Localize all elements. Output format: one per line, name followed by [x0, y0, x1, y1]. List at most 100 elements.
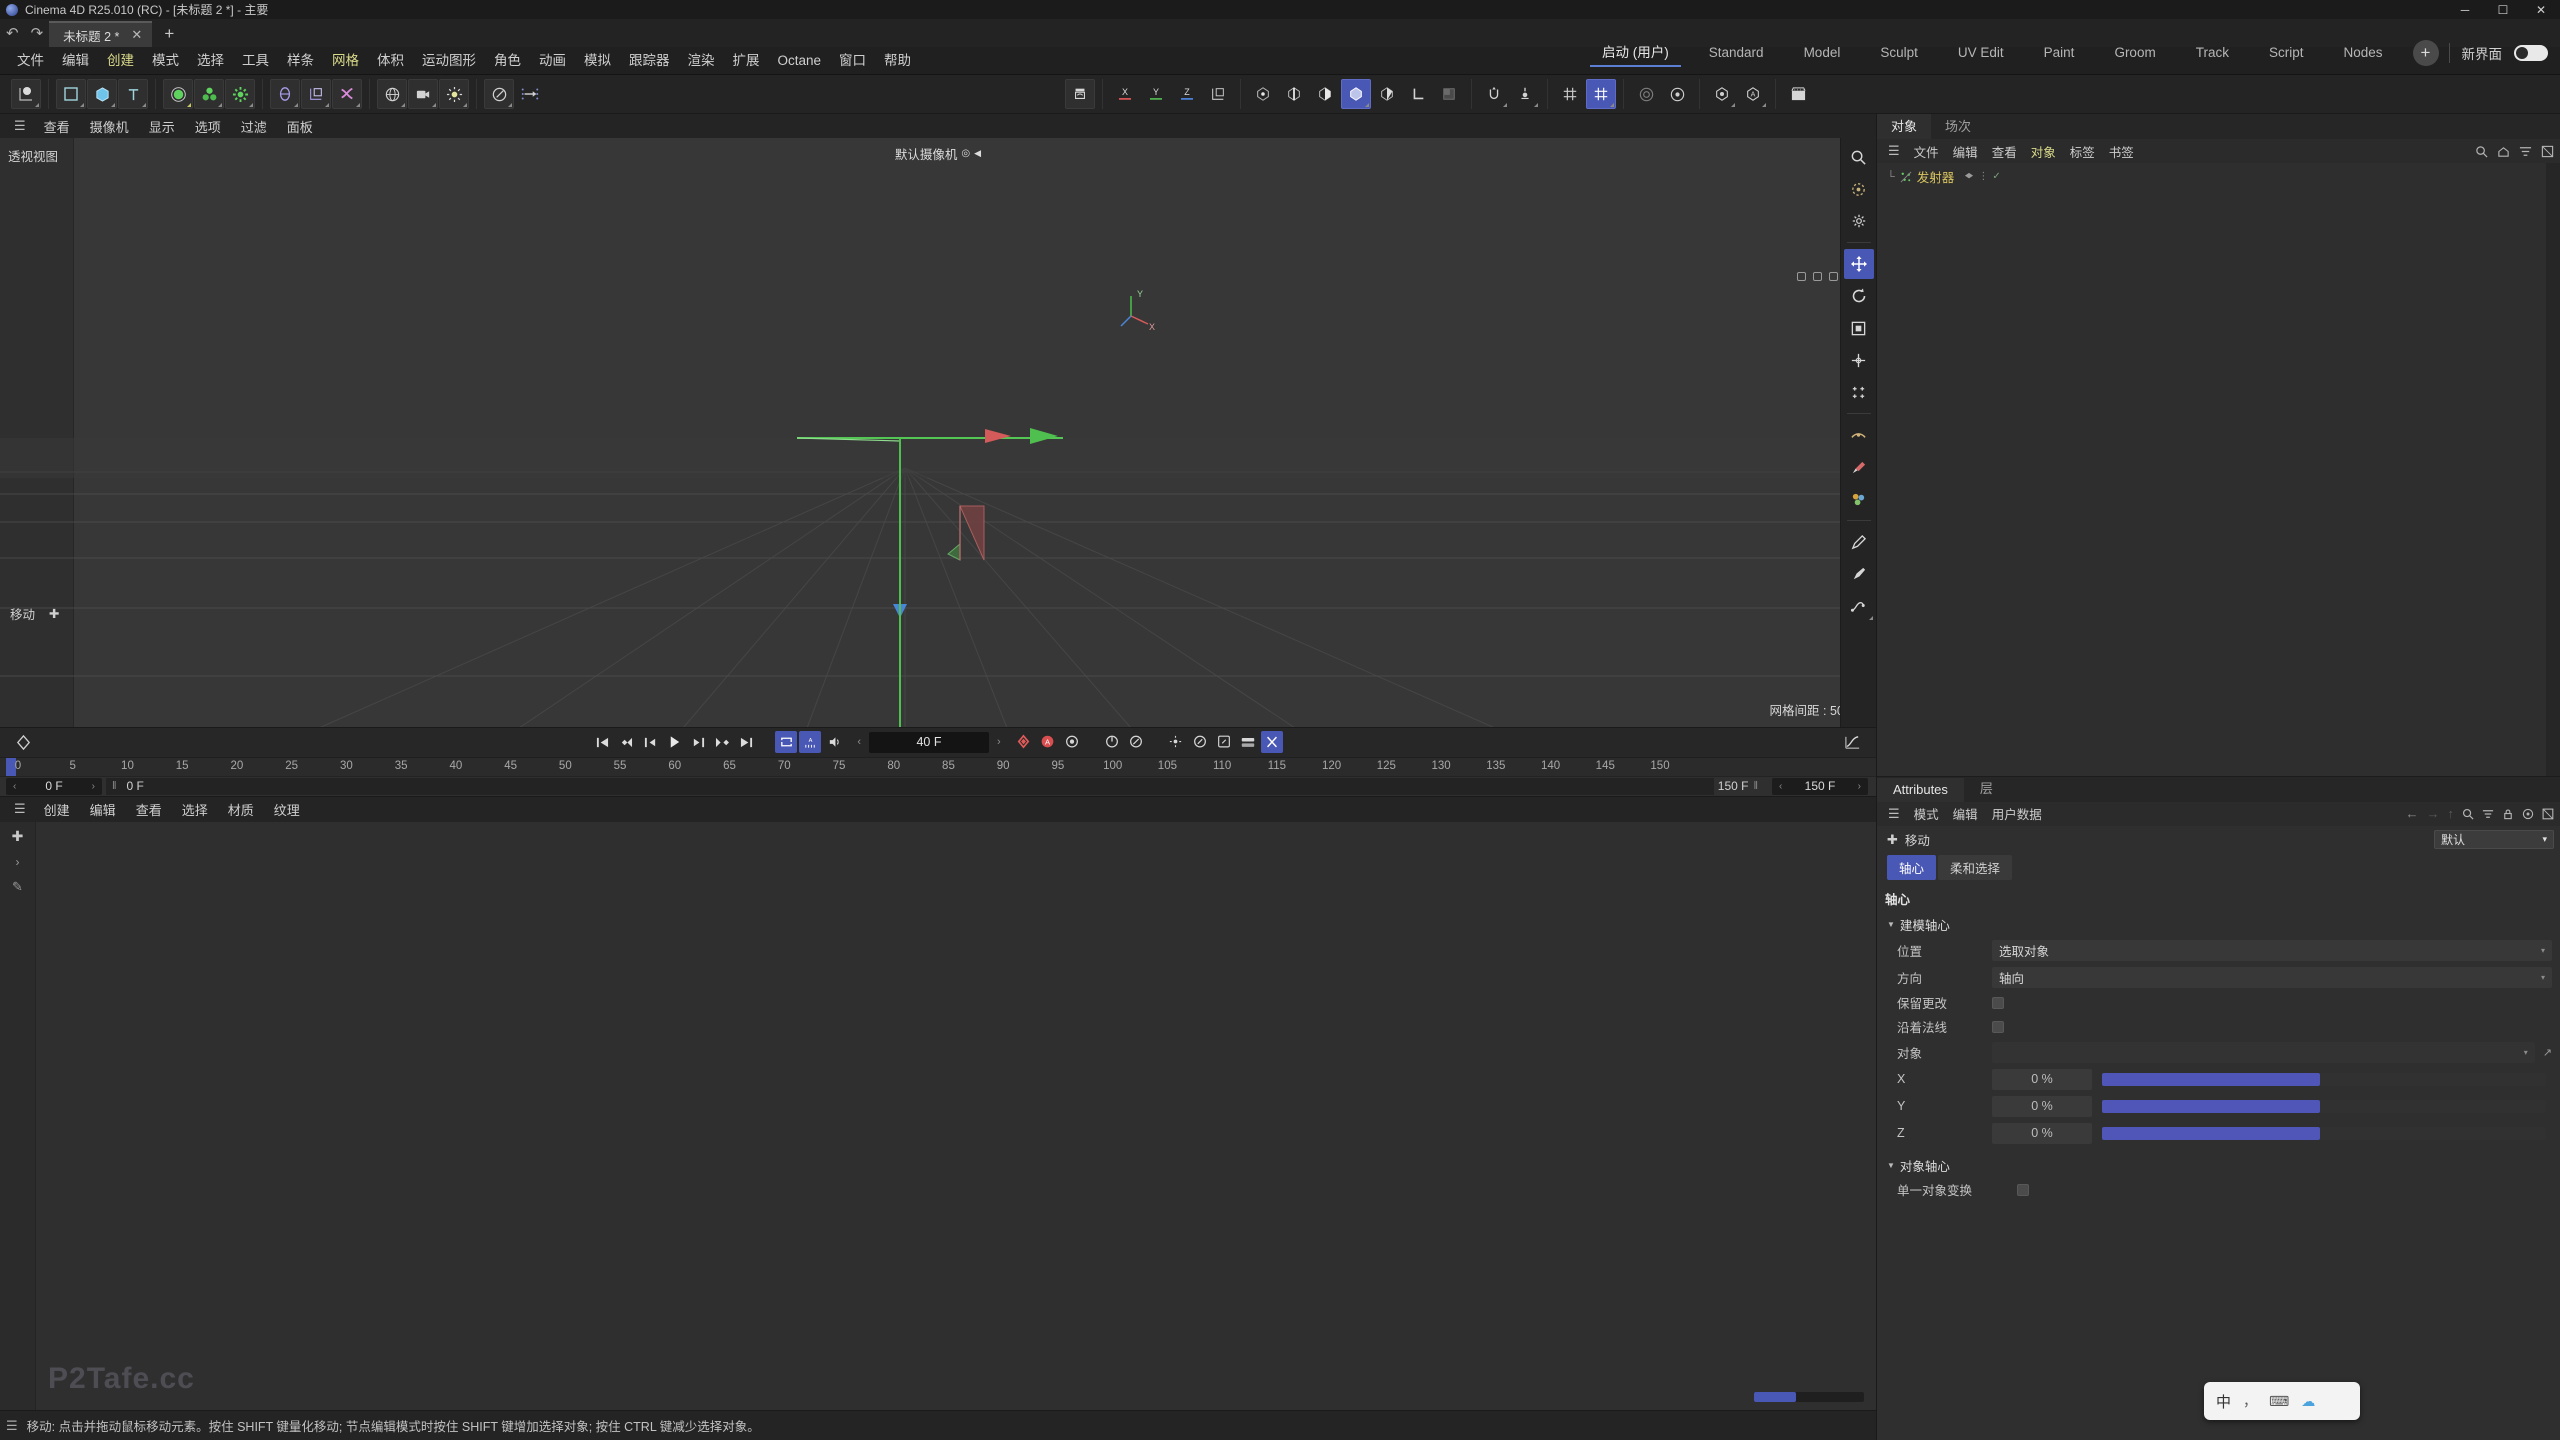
- range-grip-right-icon[interactable]: ‖: [1753, 780, 1758, 792]
- play-button[interactable]: [663, 731, 685, 753]
- quantize-icon[interactable]: [1631, 79, 1661, 109]
- menu-item-edit[interactable]: 编辑: [53, 47, 98, 75]
- layout-tab-groom[interactable]: Groom: [2094, 33, 2175, 73]
- layout-tab-paint[interactable]: Paint: [2024, 33, 2095, 73]
- ime-lang-label[interactable]: 中: [2216, 1391, 2231, 1412]
- timeline-key-mode-button[interactable]: [0, 734, 46, 751]
- undo-history-icon[interactable]: [1844, 174, 1874, 204]
- object-link-field[interactable]: ▾: [1992, 1041, 2535, 1063]
- camera-icon[interactable]: [408, 79, 438, 109]
- om-menu-edit[interactable]: 编辑: [1946, 142, 1985, 161]
- expand-panel-icon[interactable]: [2542, 808, 2554, 820]
- range-grip-icon[interactable]: ‖: [106, 780, 117, 792]
- environment-icon[interactable]: [377, 79, 407, 109]
- annotation-icon[interactable]: A: [1738, 79, 1768, 109]
- record-rotation-button[interactable]: [1125, 731, 1147, 753]
- menu-item-spline[interactable]: 样条: [278, 47, 323, 75]
- edge-mode-icon[interactable]: [1279, 79, 1309, 109]
- search-icon[interactable]: [2462, 808, 2474, 820]
- search-icon[interactable]: [2475, 145, 2488, 158]
- at-menu-mode[interactable]: 模式: [1907, 804, 1946, 823]
- subtab-axis[interactable]: 轴心: [1887, 854, 1937, 880]
- layout-tab-model[interactable]: Model: [1784, 33, 1861, 73]
- expand-icon[interactable]: ›: [16, 855, 20, 869]
- material-menu-texture[interactable]: 纹理: [264, 800, 310, 819]
- position-dropdown[interactable]: 选取对象 ▾: [1992, 939, 2552, 961]
- object-manager-scrollbar[interactable]: [2546, 163, 2560, 776]
- menu-item-mograph[interactable]: 运动图形: [413, 47, 485, 75]
- ime-language-bar[interactable]: 中 ， ⌨ ☁: [2204, 1382, 2360, 1420]
- cube-primitive-icon[interactable]: [87, 79, 117, 109]
- pen-tool-icon[interactable]: [1844, 527, 1874, 557]
- viewport-menu-display[interactable]: 显示: [139, 117, 185, 136]
- target-icon[interactable]: [2522, 808, 2534, 820]
- y-slider[interactable]: [2102, 1099, 2546, 1113]
- tab-objects[interactable]: 对象: [1877, 113, 1932, 139]
- om-menu-file[interactable]: 文件: [1907, 142, 1946, 161]
- eyedropper-icon[interactable]: ✎: [12, 879, 23, 895]
- deformer-icon[interactable]: [225, 79, 255, 109]
- range-end-prev-icon[interactable]: ‹: [1776, 781, 1785, 792]
- lock-y-axis-icon[interactable]: Y: [1141, 79, 1171, 109]
- magnet-tool-icon[interactable]: [1844, 377, 1874, 407]
- go-to-start-button[interactable]: [591, 731, 613, 753]
- record-pla-button[interactable]: [1165, 731, 1187, 753]
- layout-tab-uvedit[interactable]: UV Edit: [1938, 33, 2024, 73]
- autokey-button[interactable]: A: [1037, 731, 1059, 753]
- sound-toggle-button[interactable]: [823, 731, 845, 753]
- window-controls[interactable]: ─ ☐ ✕: [2446, 0, 2560, 19]
- document-tab[interactable]: 未标题 2 * ✕: [49, 21, 153, 47]
- sculpt-tool-icon[interactable]: [1844, 559, 1874, 589]
- keyframe-mode-button[interactable]: [1213, 731, 1235, 753]
- transform-tool-icon[interactable]: [1844, 345, 1874, 375]
- next-key-button[interactable]: [711, 731, 733, 753]
- om-menu-bookmarks[interactable]: 书签: [2102, 142, 2141, 161]
- viewport-menu-panel[interactable]: 面板: [277, 117, 323, 136]
- material-menu-select[interactable]: 选择: [172, 800, 218, 819]
- layout-tab-standard[interactable]: Standard: [1689, 33, 1784, 73]
- forward-arrow-icon[interactable]: →: [2427, 806, 2440, 821]
- menu-item-tracker[interactable]: 跟踪器: [620, 47, 679, 75]
- om-menu-object[interactable]: 对象: [2024, 142, 2063, 161]
- frame-prev-arrow[interactable]: ‹: [854, 736, 864, 748]
- hamburger-icon[interactable]: ☰: [1881, 806, 1907, 822]
- hamburger-icon[interactable]: ☰: [6, 118, 34, 134]
- range-start-field[interactable]: ‹ 0 F ›: [6, 777, 102, 795]
- tab-takes[interactable]: 场次: [1931, 113, 1985, 139]
- menu-item-select[interactable]: 选择: [188, 47, 233, 75]
- tab-attributes[interactable]: Attributes: [1877, 777, 1964, 802]
- spline-pen-icon[interactable]: [56, 79, 86, 109]
- at-menu-userdata[interactable]: 用户数据: [1985, 804, 2049, 823]
- next-frame-button[interactable]: [687, 731, 709, 753]
- layout-tab-sculpt[interactable]: Sculpt: [1860, 33, 1938, 73]
- filter-icon[interactable]: [2482, 808, 2494, 820]
- grid-snap-icon[interactable]: [1555, 79, 1585, 109]
- render-settings-icon[interactable]: [515, 79, 545, 109]
- paint-brush-icon[interactable]: [1844, 452, 1874, 482]
- menu-item-help[interactable]: 帮助: [875, 47, 920, 75]
- object-world-toggle-icon[interactable]: [1203, 79, 1233, 109]
- object-manager-list[interactable]: └ 发射器 ⋮ ✓: [1877, 163, 2546, 776]
- workplane-lock-icon[interactable]: [1662, 79, 1692, 109]
- range-end-next-icon[interactable]: ›: [1855, 781, 1864, 792]
- live-selection-icon[interactable]: [11, 79, 41, 109]
- settings-gear-icon[interactable]: [1844, 206, 1874, 236]
- range-start-next-icon[interactable]: ›: [89, 781, 98, 792]
- rotate-tool-icon[interactable]: [1844, 281, 1874, 311]
- text-tool-icon[interactable]: [118, 79, 148, 109]
- group-header-object-axis[interactable]: ▼ 对象轴心: [1877, 1153, 2560, 1178]
- viewport-3d[interactable]: 透视视图 默认摄像机 ◎ ◀ Y X 移动 ✚ 网格间距: 50 cm: [0, 138, 1876, 727]
- menu-item-window[interactable]: 窗口: [830, 47, 875, 75]
- timeline-ruler[interactable]: 0 5 10 15 20 25 30 35 40 45 50 55 60 65 70 75 80 85 90 95 10…: [0, 756, 1876, 776]
- deformer-bend-icon[interactable]: [332, 79, 362, 109]
- back-arrow-icon[interactable]: ←: [2406, 806, 2419, 821]
- add-material-icon[interactable]: ✚: [12, 828, 24, 845]
- cloud-icon[interactable]: ☁: [2301, 1393, 2315, 1410]
- lock-icon[interactable]: [2502, 808, 2514, 820]
- filter-icon[interactable]: [2519, 145, 2532, 158]
- menu-item-render[interactable]: 渲染: [679, 47, 724, 75]
- horizontal-scrollbar[interactable]: [1754, 1392, 1864, 1402]
- group-header-modeling-axis[interactable]: ▼ 建模轴心: [1877, 912, 2560, 937]
- object-row[interactable]: └ 发射器 ⋮ ✓: [1877, 167, 2546, 186]
- menu-item-tools[interactable]: 工具: [233, 47, 278, 75]
